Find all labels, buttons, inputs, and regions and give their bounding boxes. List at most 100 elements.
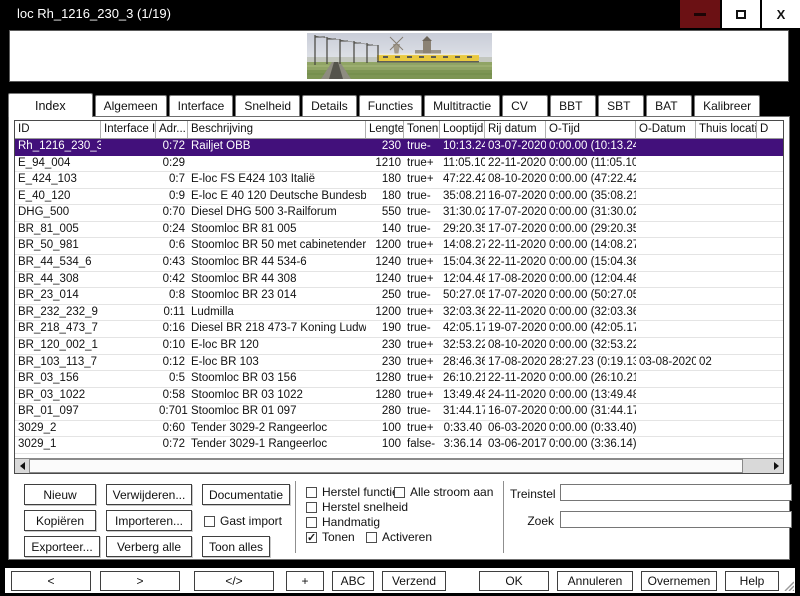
verberg-alle-button[interactable]: Verberg alle — [106, 536, 192, 557]
cell — [757, 238, 783, 254]
overnemen-button[interactable]: Overnemen — [641, 571, 717, 591]
prev-loc-button[interactable]: < — [11, 571, 91, 591]
column-header[interactable]: Interface ID — [101, 121, 156, 138]
tab-snelheid[interactable]: Snelheid — [235, 95, 300, 116]
cell: true- — [404, 205, 440, 221]
help-button[interactable]: Help — [725, 571, 779, 591]
treinstel-label: Treinstel — [510, 487, 554, 501]
next-loc-button[interactable]: > — [100, 571, 180, 591]
cell: 180 — [366, 172, 404, 188]
table-row[interactable]: BR_44_534_60:43Stoomloc BR 44 534-61240t… — [15, 255, 783, 272]
cell — [636, 139, 696, 155]
handmatig-checkbox[interactable]: Handmatig — [306, 515, 380, 529]
cell — [696, 305, 757, 321]
activeren-checkbox[interactable]: Activeren — [366, 530, 432, 544]
column-header[interactable]: D — [757, 121, 783, 138]
checkbox-icon — [306, 502, 317, 513]
toon-alles-button[interactable]: Toon alles — [202, 536, 270, 557]
zoek-input[interactable] — [560, 511, 792, 528]
column-header[interactable]: Tonen — [404, 121, 440, 138]
importeren-button[interactable]: Importeren... — [106, 510, 192, 531]
cell — [101, 437, 156, 453]
minimize-button[interactable] — [680, 0, 720, 28]
scrollbar-track[interactable] — [743, 459, 769, 473]
tab-bbt[interactable]: BBT — [550, 95, 596, 116]
kopieren-button[interactable]: Kopiëren — [24, 510, 96, 531]
tonen-checkbox[interactable]: Tonen — [306, 530, 355, 544]
table-row[interactable]: Rh_1216_230_30:72Railjet OBB230true-10:1… — [15, 139, 783, 156]
cell — [757, 156, 783, 172]
verwijderen-button[interactable]: Verwijderen... — [106, 484, 192, 505]
column-header[interactable]: Adr... — [156, 121, 188, 138]
plus-button[interactable]: + — [286, 571, 324, 591]
cell — [101, 222, 156, 238]
cell: 17-08-2020 — [485, 272, 546, 288]
verzend-button[interactable]: Verzend — [382, 571, 446, 591]
table-row[interactable]: BR_50_9810:6Stoomloc BR 50 met cabineten… — [15, 238, 783, 255]
documentatie-button[interactable]: Documentatie — [202, 484, 290, 505]
treinstel-input[interactable] — [560, 484, 792, 501]
table-row[interactable]: BR_81_0050:24Stoomloc BR 81 005140true-2… — [15, 222, 783, 239]
column-header[interactable]: Rij datum — [485, 121, 546, 138]
nieuw-button[interactable]: Nieuw — [24, 484, 96, 505]
annuleren-button[interactable]: Annuleren — [557, 571, 633, 591]
scroll-left-button[interactable] — [15, 459, 29, 473]
table-row[interactable]: E_40_1200:9E-loc E 40 120 Deutsche Bunde… — [15, 189, 783, 206]
tab-interface[interactable]: Interface — [169, 95, 234, 116]
horizontal-scrollbar[interactable] — [15, 458, 783, 473]
cell — [101, 371, 156, 387]
table-row[interactable]: BR_44_3080:42Stoomloc BR 44 3081240true+… — [15, 272, 783, 289]
table-row[interactable]: 3029_10:72Tender 3029-1 Rangeerloc100fal… — [15, 437, 783, 454]
column-header[interactable]: O-Datum — [636, 121, 696, 138]
tab-algemeen[interactable]: Algemeen — [95, 95, 167, 116]
alle-stroom-aan-checkbox[interactable]: Alle stroom aan — [394, 485, 493, 499]
cell — [757, 437, 783, 453]
table-row[interactable]: BR_03_10220:58Stoomloc BR 03 10221280tru… — [15, 388, 783, 405]
herstel-functies-checkbox[interactable]: Herstel functies — [306, 485, 405, 499]
cell: 0:00.00 (11:05.10) — [546, 156, 636, 172]
tab-bat[interactable]: BAT — [646, 95, 692, 116]
maximize-button[interactable] — [720, 0, 760, 28]
resize-grip[interactable] — [783, 580, 794, 591]
table-row[interactable]: E_424_1030:7E-loc FS E424 103 Italië180t… — [15, 172, 783, 189]
column-header[interactable]: ID — [15, 121, 101, 138]
gast-import-checkbox[interactable]: Gast import — [204, 514, 282, 528]
cell: 50:27.05 — [440, 288, 485, 304]
scrollbar-thumb[interactable] — [29, 459, 743, 473]
table-row[interactable]: BR_01_0970:701Stoomloc BR 01 097280true-… — [15, 404, 783, 421]
cell: 08-10-2020 — [485, 338, 546, 354]
tab-sbt[interactable]: SBT — [598, 95, 644, 116]
column-header[interactable]: Beschrijving — [188, 121, 366, 138]
cell: Stoomloc BR 50 met cabinetender — [188, 238, 366, 254]
table-row[interactable]: BR_23_0140:8Stoomloc BR 23 014250true-50… — [15, 288, 783, 305]
scroll-right-button[interactable] — [769, 459, 783, 473]
exporteer-button[interactable]: Exporteer... — [24, 536, 100, 557]
ok-button[interactable]: OK — [479, 571, 549, 591]
cell: BR_120_002_1 — [15, 338, 101, 354]
tab-details[interactable]: Details — [302, 95, 357, 116]
tab-multitractie[interactable]: Multitractie — [424, 95, 500, 116]
table-row[interactable]: BR_218_473_70:16Diesel BR 218 473-7 Koni… — [15, 321, 783, 338]
tab-cv[interactable]: CV — [502, 95, 548, 116]
table-row[interactable]: BR_120_002_10:10E-loc BR 120230true+32:5… — [15, 338, 783, 355]
tab-functies[interactable]: Functies — [359, 95, 422, 116]
close-button[interactable]: X — [760, 0, 800, 28]
table-row[interactable]: E_94_0040:291210true+11:05.1022-11-20200… — [15, 156, 783, 173]
column-header[interactable]: Lengte — [366, 121, 404, 138]
herstel-snelheid-checkbox[interactable]: Herstel snelheid — [306, 500, 408, 514]
table-row[interactable]: BR_232_232_90:11Ludmilla1200true+32:03.3… — [15, 305, 783, 322]
abc-button[interactable]: ABC — [332, 571, 374, 591]
cell — [101, 205, 156, 221]
cell: 550 — [366, 205, 404, 221]
tab-index[interactable]: Index — [8, 93, 93, 117]
column-header[interactable]: Thuis locatie — [696, 121, 757, 138]
table-row[interactable]: 3029_20:60Tender 3029-2 Rangeerloc100tru… — [15, 421, 783, 438]
table-row[interactable]: DHG_5000:70Diesel DHG 500 3-Railforum550… — [15, 205, 783, 222]
table-row[interactable]: BR_03_1560:5Stoomloc BR 03 1561280true+2… — [15, 371, 783, 388]
table-row[interactable]: BR_103_113_70:12E-loc BR 103230true+28:4… — [15, 355, 783, 372]
compare-button[interactable]: </> — [194, 571, 274, 591]
column-header[interactable]: Looptijd — [440, 121, 485, 138]
tab-kalibreer[interactable]: Kalibreer — [694, 95, 760, 116]
cell: 0:00.00 (15:04.36) — [546, 255, 636, 271]
column-header[interactable]: O-Tijd — [546, 121, 636, 138]
